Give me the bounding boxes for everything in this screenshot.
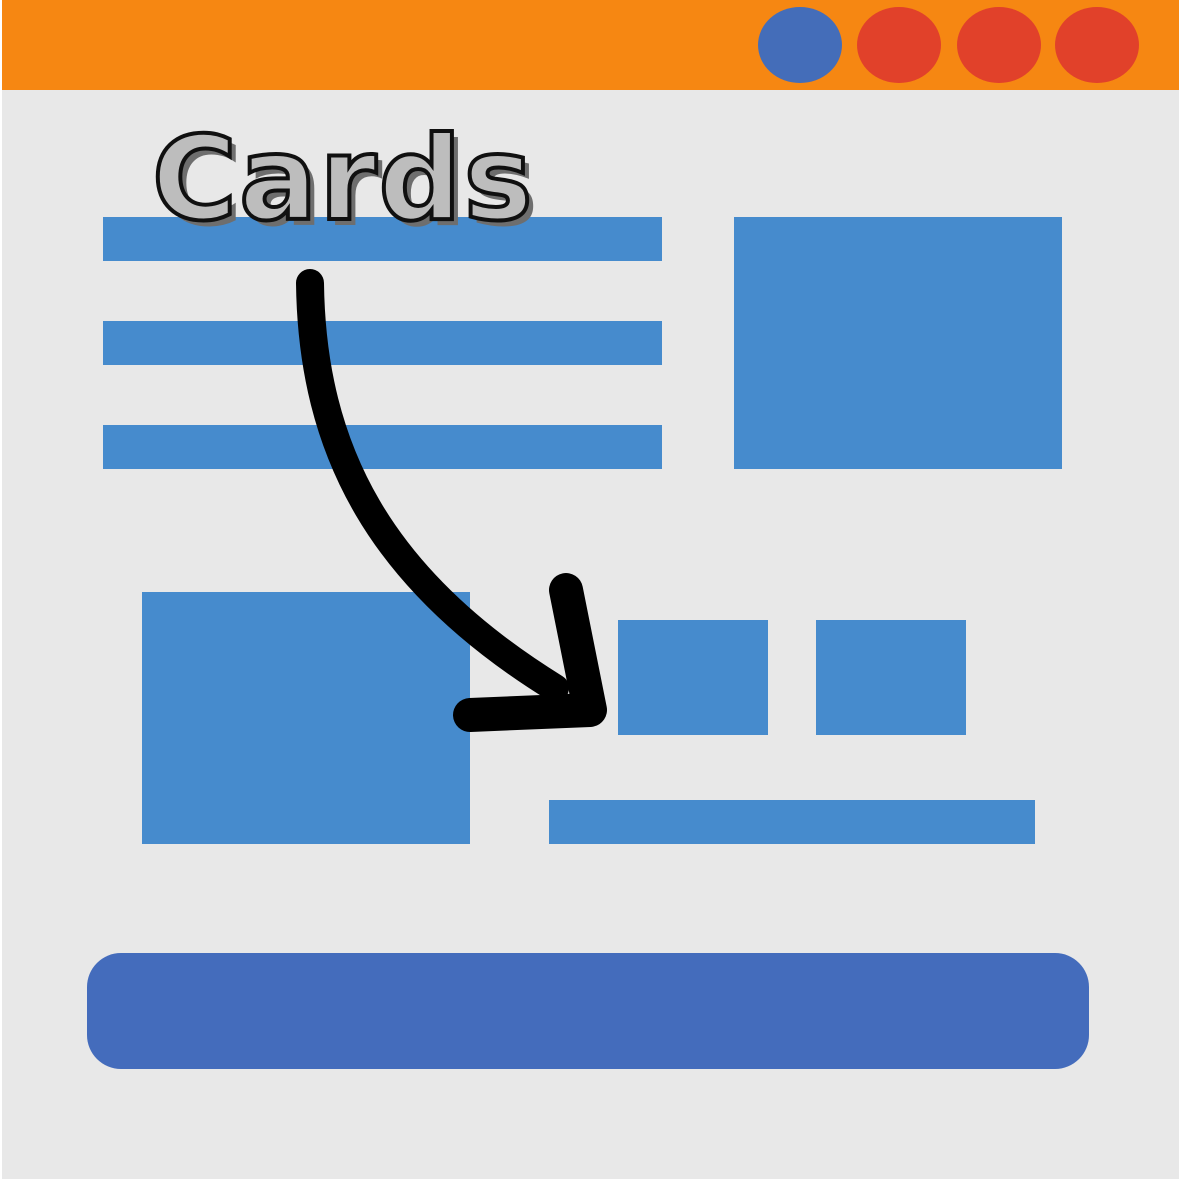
footer-bar bbox=[87, 953, 1089, 1069]
image-placeholder-top bbox=[734, 217, 1062, 469]
card-thumbnail-1 bbox=[618, 620, 768, 735]
window-dot-blue bbox=[758, 7, 842, 83]
illustration: Cards bbox=[0, 0, 1181, 1181]
window-dot-red-2 bbox=[957, 7, 1041, 83]
text-line-2 bbox=[103, 321, 662, 365]
card-text-line bbox=[549, 800, 1035, 844]
card-thumbnail-2 bbox=[816, 620, 966, 735]
text-line-3 bbox=[103, 425, 662, 469]
card-image-placeholder bbox=[142, 592, 470, 844]
title-bar bbox=[2, 0, 1179, 90]
window-dot-red-3 bbox=[1055, 7, 1139, 83]
cards-label: Cards bbox=[150, 112, 535, 247]
window-dot-red-1 bbox=[857, 7, 941, 83]
